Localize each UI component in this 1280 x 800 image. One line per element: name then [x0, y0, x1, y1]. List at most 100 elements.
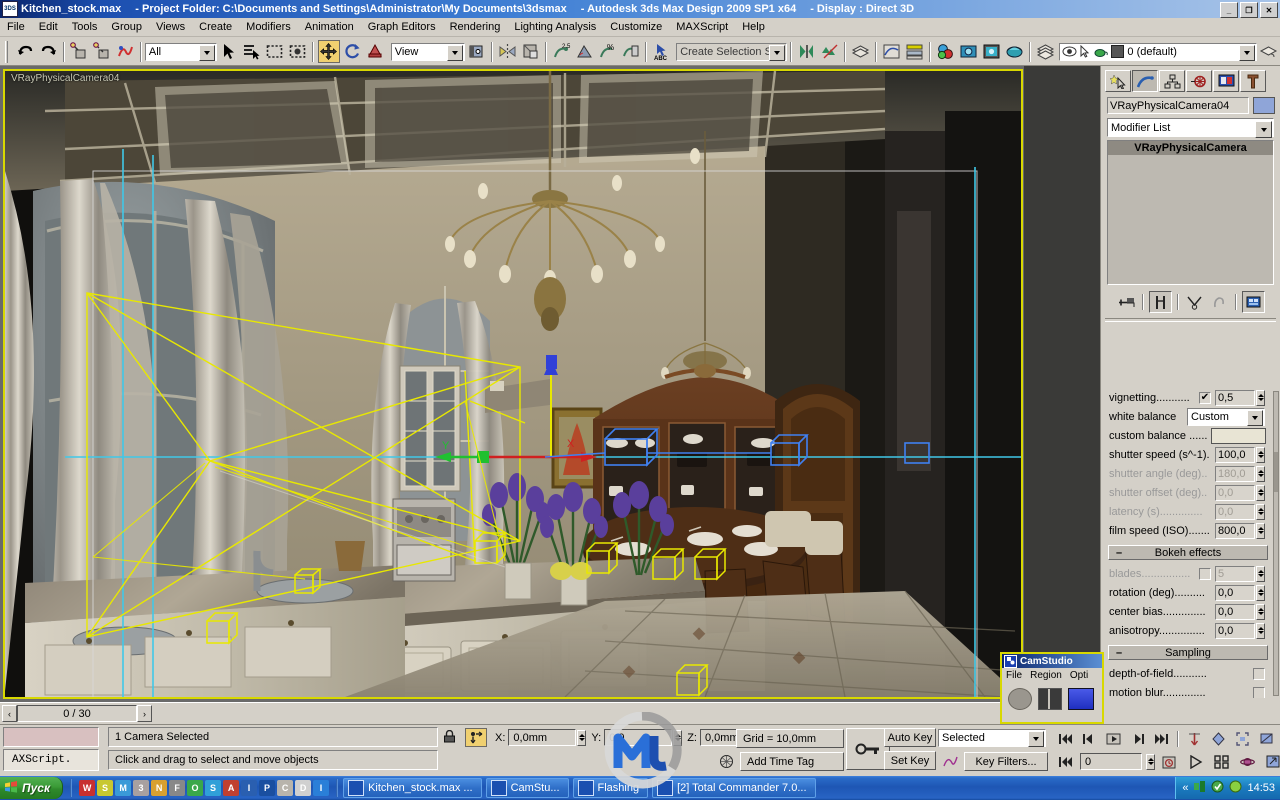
schematic-view-icon[interactable] — [904, 40, 925, 63]
align-icon[interactable] — [520, 40, 541, 63]
angle-snap-toggle-icon[interactable] — [574, 40, 595, 63]
spinner-arrows[interactable] — [577, 729, 587, 746]
make-unique-icon[interactable] — [1184, 292, 1205, 312]
media-icon[interactable]: M — [115, 780, 132, 796]
current-frame-spinner[interactable] — [1146, 753, 1155, 770]
menu-item-help[interactable]: Help — [735, 20, 772, 34]
current-frame-field[interactable]: 0 — [1080, 753, 1142, 770]
select-and-link-icon[interactable] — [69, 40, 90, 63]
menu-item-maxscript[interactable]: MAXScript — [669, 20, 735, 34]
select-object-icon[interactable] — [218, 40, 239, 63]
menu-item-group[interactable]: Group — [104, 20, 149, 34]
param-value-field[interactable]: 800,0 — [1215, 522, 1255, 539]
viewport-3d-scene[interactable]: X Y — [5, 71, 1021, 697]
param-checkbox[interactable] — [1253, 686, 1265, 698]
3dsmax-icon[interactable]: 3 — [133, 780, 150, 796]
chevron-down-icon[interactable] — [446, 44, 463, 61]
menu-item-edit[interactable]: Edit — [32, 20, 65, 34]
edit-named-selection-sets-icon[interactable]: ABC — [651, 40, 672, 63]
ie-icon[interactable]: I — [313, 780, 330, 796]
window-crossing-toggle-icon[interactable] — [287, 40, 308, 63]
opera-icon[interactable]: O — [187, 780, 204, 796]
select-and-scale-icon[interactable] — [365, 40, 386, 63]
chevron-down-icon[interactable] — [1028, 731, 1044, 747]
unlink-selection-icon[interactable] — [92, 40, 113, 63]
bind-to-space-warp-icon[interactable] — [115, 40, 136, 63]
lock-selection-icon[interactable] — [441, 729, 457, 745]
spinner-arrows[interactable] — [1256, 389, 1265, 406]
layer-list-icon[interactable] — [1035, 40, 1056, 63]
photoshop-icon[interactable]: P — [259, 780, 276, 796]
selection-filter-combo[interactable]: All — [144, 42, 217, 61]
close-button[interactable]: ✕ — [1260, 2, 1278, 18]
param-value-field[interactable]: 5 — [1215, 565, 1255, 582]
rectangular-selection-region-icon[interactable] — [264, 40, 285, 63]
mirror-selected-objects-icon[interactable] — [796, 40, 817, 63]
spinner-arrows[interactable] — [1256, 446, 1265, 463]
menu-item-tools[interactable]: Tools — [65, 20, 105, 34]
bokeh-effects-rollout-header[interactable]: – Bokeh effects — [1108, 545, 1268, 560]
time-configuration-icon[interactable] — [1158, 751, 1181, 772]
spinner-arrows[interactable] — [1256, 465, 1265, 482]
spinner-arrows[interactable] — [1256, 603, 1265, 620]
camstudio-menu-file[interactable]: File — [1006, 670, 1022, 681]
spinner-arrows[interactable] — [673, 729, 683, 746]
use-pivot-point-center-icon[interactable] — [466, 40, 487, 63]
auto-key-button[interactable]: Auto Key — [884, 728, 936, 747]
command-panel-scrollbar[interactable] — [1273, 391, 1279, 696]
winamp-icon[interactable]: W — [79, 780, 96, 796]
sync-icon[interactable]: S — [205, 780, 222, 796]
zoom-extents-icon[interactable] — [1231, 728, 1254, 749]
utilities-tab[interactable] — [1240, 70, 1266, 92]
array-icon[interactable] — [819, 40, 840, 63]
pin-stack-icon[interactable] — [1116, 292, 1137, 312]
menu-item-customize[interactable]: Customize — [603, 20, 669, 34]
acrobat-icon[interactable]: A — [223, 780, 240, 796]
perspective-viewport[interactable]: VRayPhysicalCamera04 X Y — [3, 69, 1023, 699]
menu-item-create[interactable]: Create — [192, 20, 239, 34]
key-filters-button[interactable]: Key Filters... — [964, 752, 1048, 771]
spinner-snap-toggle-icon[interactable] — [620, 40, 641, 63]
coord-field-y[interactable]: 0,0 — [604, 729, 673, 746]
viewport-label[interactable]: VRayPhysicalCamera04 — [11, 73, 119, 84]
chevron-down-icon[interactable] — [1247, 409, 1263, 426]
param-curve-icon[interactable] — [940, 752, 960, 770]
param-value-field[interactable]: 180,0 — [1215, 465, 1255, 482]
next-frame-icon[interactable] — [1126, 728, 1149, 749]
param-combo[interactable]: Custom — [1187, 407, 1265, 426]
show-end-result-icon[interactable] — [1149, 291, 1172, 313]
frame-counter[interactable]: 0 / 30 — [17, 705, 137, 722]
undo-icon[interactable] — [15, 40, 36, 63]
add-time-tag-button[interactable]: Add Time Tag — [740, 752, 844, 771]
param-checkbox[interactable] — [1199, 567, 1211, 580]
arc-rotate-icon[interactable] — [1236, 751, 1259, 772]
camstudio-window[interactable]: CamStudio File Region Opti — [1000, 652, 1104, 724]
maximize-viewport-toggle-icon[interactable] — [1262, 751, 1280, 772]
camstudio-menu-region[interactable]: Region — [1030, 670, 1062, 681]
sampling-rollout-header[interactable]: – Sampling — [1108, 645, 1268, 660]
previous-frame-icon[interactable] — [1078, 728, 1101, 749]
stop-button[interactable] — [1068, 688, 1094, 710]
layer-manager-icon[interactable] — [850, 40, 871, 63]
menu-item-views[interactable]: Views — [149, 20, 192, 34]
spinner-arrows[interactable] — [1256, 484, 1265, 501]
maxscript-mini-listener[interactable] — [3, 727, 99, 747]
shield-icon[interactable] — [1211, 780, 1224, 796]
motion-tab[interactable] — [1186, 70, 1212, 92]
redo-icon[interactable] — [38, 40, 59, 63]
material-editor-icon[interactable] — [935, 40, 956, 63]
param-value-field[interactable]: 100,0 — [1215, 446, 1255, 463]
network-icon[interactable] — [1193, 780, 1206, 796]
param-value-field[interactable]: 0,0 — [1215, 584, 1255, 601]
film-icon[interactable]: F — [169, 780, 186, 796]
object-color-swatch[interactable] — [1253, 97, 1275, 114]
render-production-icon[interactable] — [1004, 40, 1025, 63]
time-tag-icon[interactable] — [716, 752, 736, 770]
zoom-all-icon[interactable] — [1207, 728, 1230, 749]
chevron-down-icon[interactable] — [198, 44, 215, 61]
snaps-toggle-icon[interactable]: 2.5 — [551, 40, 572, 63]
menu-item-file[interactable]: File — [0, 20, 32, 34]
notepad-icon[interactable]: N — [151, 780, 168, 796]
named-selection-sets-combo[interactable]: Create Selection Set — [676, 42, 787, 61]
percent-snap-toggle-icon[interactable]: % — [597, 40, 618, 63]
